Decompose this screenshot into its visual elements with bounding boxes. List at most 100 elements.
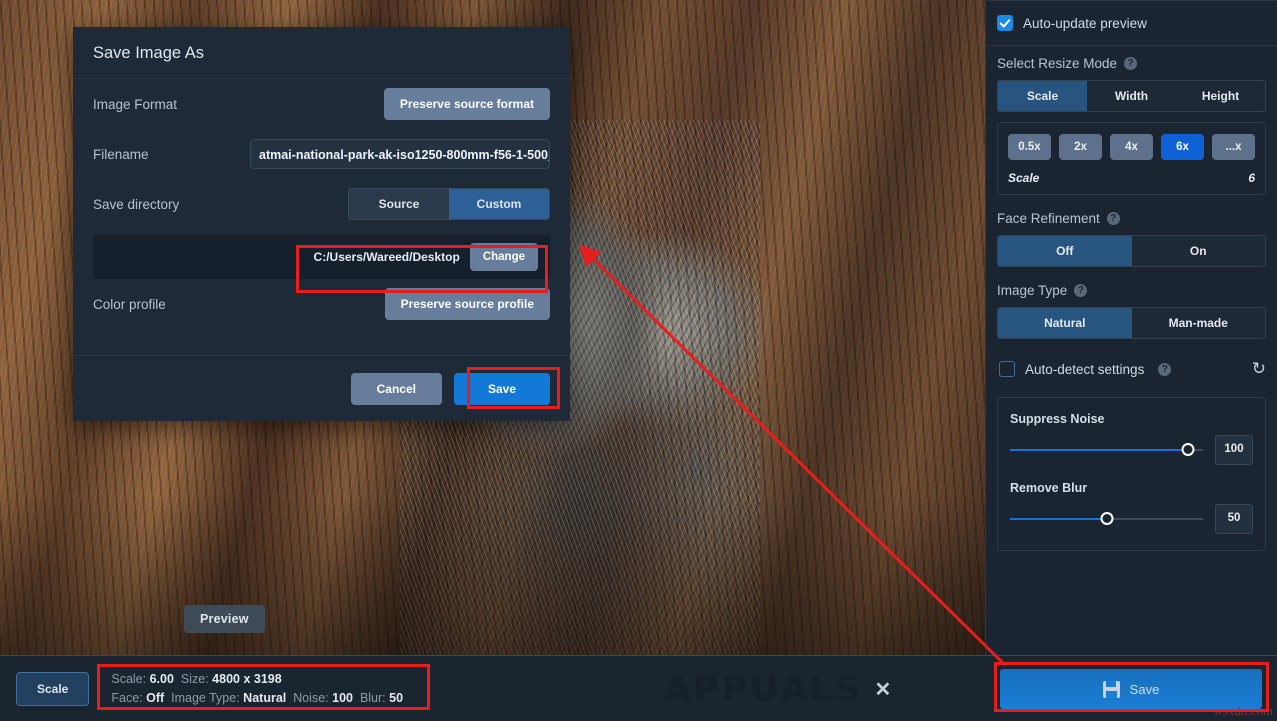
status-blur-label: Blur:	[359, 690, 386, 705]
scale-presets-box: 0.5x 2x 4x 6x ...x Scale 6	[997, 122, 1266, 195]
status-face-value: Off	[146, 690, 165, 705]
scale-preset-custom[interactable]: ...x	[1212, 134, 1255, 160]
bottom-bar: Scale Scale: 6.00 Size: 4800 x 3198 Face…	[0, 655, 1277, 721]
scale-preset-4x[interactable]: 4x	[1110, 134, 1153, 160]
suppress-noise-label: Suppress Noise	[1010, 412, 1105, 426]
remove-blur-label: Remove Blur	[1010, 481, 1088, 495]
suppress-noise-value[interactable]: 100	[1215, 435, 1253, 465]
image-format-button[interactable]: Preserve source format	[383, 88, 550, 120]
dialog-title: Save Image As	[73, 27, 570, 79]
scale-value-row: Scale 6	[1008, 171, 1255, 185]
directory-custom-option[interactable]: Custom	[449, 189, 549, 219]
save-directory-label: Save directory	[93, 196, 180, 212]
face-refinement-header: Face Refinement ?	[997, 211, 1266, 226]
image-format-label: Image Format	[93, 96, 178, 112]
resize-mode-title: Select Resize Mode	[997, 56, 1118, 71]
save-directory-toggle: Source Custom	[348, 188, 550, 220]
color-profile-label: Color profile	[93, 296, 166, 312]
remove-blur-slider[interactable]	[1010, 512, 1203, 525]
resize-mode-header: Select Resize Mode ?	[997, 56, 1266, 71]
dialog-body: Image Format Preserve source format File…	[73, 79, 570, 329]
app-root: Preview Save Image As Image Format Prese…	[0, 0, 1277, 721]
suppress-noise-slider-group: Suppress Noise 100	[1010, 412, 1253, 465]
appuals-logo: APPUALS ✕	[663, 669, 891, 710]
face-refinement-on[interactable]: On	[1131, 236, 1265, 266]
close-icon[interactable]: ✕	[874, 677, 891, 702]
resize-mode-height[interactable]: Height	[1176, 81, 1265, 111]
question-mark-icon[interactable]: ?	[1124, 57, 1138, 70]
cancel-button[interactable]: Cancel	[350, 372, 442, 405]
enhancement-sliders-box: Suppress Noise 100 Remove Blur 50	[997, 397, 1266, 551]
status-size-label: Size:	[180, 671, 209, 686]
status-face-label: Face:	[111, 690, 143, 705]
image-type-man-made[interactable]: Man-made	[1131, 308, 1265, 338]
save-floppy-icon	[1102, 680, 1120, 698]
image-type-section: Image Type ? Natural Man-made	[986, 267, 1277, 339]
scale-preset-2x[interactable]: 2x	[1059, 134, 1102, 160]
remove-blur-row: 50	[1010, 504, 1253, 534]
save-directory-row: Save directory Source Custom	[93, 179, 550, 229]
directory-path-value: C:/Users/Wareed/Desktop	[313, 250, 460, 264]
auto-update-preview-row[interactable]: Auto-update preview	[986, 1, 1277, 45]
image-type-title: Image Type	[997, 283, 1068, 298]
auto-detect-settings-checkbox[interactable]	[999, 361, 1015, 377]
filename-input[interactable]: atmai-national-park-ak-iso1250-800mm-f56…	[250, 139, 550, 169]
face-refinement-title: Face Refinement	[997, 211, 1100, 226]
question-mark-icon[interactable]: ?	[1074, 284, 1088, 297]
status-type-value: Natural	[243, 690, 287, 705]
directory-source-option[interactable]: Source	[349, 189, 449, 219]
image-type-tabs: Natural Man-made	[997, 307, 1266, 339]
save-image-as-dialog: Save Image As Image Format Preserve sour…	[73, 27, 570, 421]
question-mark-icon[interactable]: ?	[1158, 362, 1172, 376]
directory-path-row: C:/Users/Wareed/Desktop Change	[93, 235, 550, 279]
filename-label: Filename	[93, 146, 149, 162]
scale-preset-6x[interactable]: 6x	[1161, 134, 1204, 160]
scale-value-label: Scale	[1008, 171, 1040, 185]
auto-detect-settings-label: Auto-detect settings	[1025, 361, 1145, 377]
resize-mode-tabs: Scale Width Height	[997, 80, 1266, 112]
face-refinement-tabs: Off On	[997, 235, 1266, 267]
status-blur-value: 50	[389, 690, 404, 705]
resize-mode-scale[interactable]: Scale	[998, 81, 1087, 111]
bottom-save-label: Save	[1129, 681, 1160, 697]
auto-update-preview-checkbox[interactable]	[997, 15, 1013, 31]
resize-mode-width[interactable]: Width	[1087, 81, 1176, 111]
refresh-icon[interactable]: ↻	[1252, 359, 1266, 379]
auto-update-preview-label: Auto-update preview	[1023, 15, 1147, 31]
photo-vignette	[0, 495, 985, 655]
question-mark-icon[interactable]: ?	[1106, 212, 1120, 225]
scale-preset-buttons: 0.5x 2x 4x 6x ...x	[1008, 134, 1255, 160]
bottom-scale-button[interactable]: Scale	[16, 671, 90, 706]
preview-button[interactable]: Preview	[184, 605, 265, 633]
scale-value: 6	[1248, 171, 1255, 185]
status-noise-value: 100	[332, 690, 353, 705]
color-profile-row: Color profile Preserve source profile	[93, 279, 550, 329]
status-scale-label: Scale:	[111, 671, 147, 686]
status-size-value: 4800 x 3198	[212, 671, 282, 686]
filename-row: Filename atmai-national-park-ak-iso1250-…	[93, 129, 550, 179]
dialog-footer: Cancel Save	[73, 355, 570, 421]
image-format-row: Image Format Preserve source format	[93, 79, 550, 129]
logo-text: APPUALS	[663, 669, 863, 710]
status-type-label: Image Type:	[171, 690, 240, 705]
resize-mode-section: Select Resize Mode ? Scale Width Height	[986, 46, 1277, 112]
remove-blur-value[interactable]: 50	[1215, 504, 1253, 534]
status-noise-label: Noise:	[293, 690, 329, 705]
status-text: Scale: 6.00 Size: 4800 x 3198 Face: Off …	[111, 670, 403, 708]
face-refinement-off[interactable]: Off	[998, 236, 1132, 266]
suppress-noise-row: 100	[1010, 435, 1253, 465]
suppress-noise-slider[interactable]	[1010, 443, 1203, 456]
status-line-2: Face: Off Image Type: Natural Noise: 100…	[111, 689, 403, 708]
color-profile-button[interactable]: Preserve source profile	[384, 288, 550, 320]
image-type-natural[interactable]: Natural	[998, 308, 1132, 338]
change-directory-button[interactable]: Change	[469, 243, 538, 271]
settings-panel: Auto-update preview Select Resize Mode ?…	[985, 0, 1277, 655]
remove-blur-slider-group: Remove Blur 50	[1010, 481, 1253, 534]
watermark: wsxdn.com	[1213, 703, 1273, 718]
status-scale-value: 6.00	[149, 671, 174, 686]
auto-detect-settings-row[interactable]: Auto-detect settings ? ↻	[986, 339, 1277, 385]
dialog-save-button[interactable]: Save	[453, 372, 550, 405]
scale-preset-0.5x[interactable]: 0.5x	[1008, 134, 1051, 160]
status-line-1: Scale: 6.00 Size: 4800 x 3198	[111, 670, 403, 689]
